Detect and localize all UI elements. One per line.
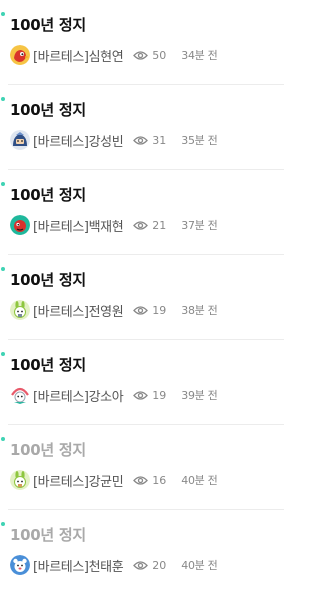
view-count: 19 [152, 388, 167, 402]
post-time: 37분 전 [181, 219, 218, 232]
author-name[interactable]: [바르테스]강균민 [33, 471, 124, 490]
teal-creature-avatar-icon[interactable] [10, 215, 30, 235]
eye-icon [133, 220, 149, 230]
author-name[interactable]: [바르테스]강소아 [33, 386, 124, 405]
post-title[interactable]: 100년 정지 [10, 269, 86, 290]
post-time: 35분 전 [181, 134, 218, 147]
green-bunny-avatar-icon[interactable] [10, 300, 30, 320]
new-indicator-dot [1, 352, 5, 356]
post-meta: [바르테스]전영원 19 38분 전 [10, 299, 218, 321]
post-time: 40분 전 [181, 559, 218, 572]
post-item[interactable]: 100년 정지 [바르테스]강소아 19 39분 전 [0, 340, 284, 425]
post-meta: [바르테스]강성빈 31 35분 전 [10, 129, 218, 151]
post-time: 34분 전 [181, 49, 218, 62]
post-title[interactable]: 100년 정지 [10, 524, 86, 545]
view-count: 31 [152, 133, 167, 147]
post-title[interactable]: 100년 정지 [10, 99, 86, 120]
author-name[interactable]: [바르테스]백재현 [33, 216, 124, 235]
new-indicator-dot [1, 522, 5, 526]
post-list: 100년 정지 [바르테스]심현연 50 34분 전 100년 정지 [바르테스… [0, 0, 284, 591]
post-meta: [바르테스]강균민 16 40분 전 [10, 469, 218, 491]
post-title[interactable]: 100년 정지 [10, 184, 86, 205]
author-name[interactable]: [바르테스]심현연 [33, 46, 124, 65]
author-name[interactable]: [바르테스]전영원 [33, 301, 124, 320]
new-indicator-dot [1, 182, 5, 186]
blue-bear-avatar-icon[interactable] [10, 555, 30, 575]
blue-knight-avatar-icon[interactable] [10, 130, 30, 150]
post-item[interactable]: 100년 정지 [바르테스]강성빈 31 35분 전 [0, 85, 284, 170]
eye-icon [133, 135, 149, 145]
post-item[interactable]: 100년 정지 [바르테스]심현연 50 34분 전 [0, 0, 284, 85]
author-name[interactable]: [바르테스]강성빈 [33, 131, 124, 150]
post-time: 39분 전 [181, 389, 218, 402]
post-meta: [바르테스]백재현 21 37분 전 [10, 214, 218, 236]
eye-icon [133, 560, 149, 570]
eye-icon [133, 305, 149, 315]
post-time: 38분 전 [181, 304, 218, 317]
eye-icon [133, 390, 149, 400]
new-indicator-dot [1, 97, 5, 101]
post-title[interactable]: 100년 정지 [10, 14, 86, 35]
view-count: 19 [152, 303, 167, 317]
post-time: 40분 전 [181, 474, 218, 487]
red-bird-avatar-icon[interactable] [10, 45, 30, 65]
view-count: 16 [152, 473, 167, 487]
author-name[interactable]: [바르테스]천태훈 [33, 556, 124, 575]
post-title[interactable]: 100년 정지 [10, 354, 86, 375]
new-indicator-dot [1, 267, 5, 271]
post-title[interactable]: 100년 정지 [10, 439, 86, 460]
post-meta: [바르테스]천태훈 20 40분 전 [10, 554, 218, 576]
pink-cat-avatar-icon[interactable] [10, 385, 30, 405]
eye-icon [133, 50, 149, 60]
post-item[interactable]: 100년 정지 [바르테스]천태훈 20 40분 전 [0, 510, 284, 591]
post-item[interactable]: 100년 정지 [바르테스]전영원 19 38분 전 [0, 255, 284, 340]
post-item[interactable]: 100년 정지 [바르테스]강균민 16 40분 전 [0, 425, 284, 510]
view-count: 50 [152, 48, 167, 62]
view-count: 20 [152, 558, 167, 572]
green-bunny-avatar-icon[interactable] [10, 470, 30, 490]
new-indicator-dot [1, 12, 5, 16]
view-count: 21 [152, 218, 167, 232]
post-meta: [바르테스]강소아 19 39분 전 [10, 384, 218, 406]
eye-icon [133, 475, 149, 485]
new-indicator-dot [1, 437, 5, 441]
post-meta: [바르테스]심현연 50 34분 전 [10, 44, 218, 66]
post-item[interactable]: 100년 정지 [바르테스]백재현 21 37분 전 [0, 170, 284, 255]
